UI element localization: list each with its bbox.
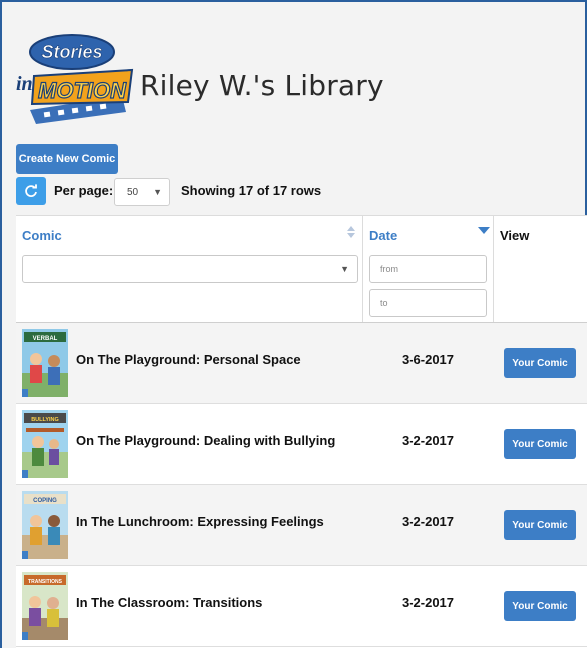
per-page-label: Per page: bbox=[54, 183, 114, 198]
comic-title: In The Classroom: Transitions bbox=[76, 595, 263, 610]
column-header-comic[interactable]: Comic bbox=[22, 228, 62, 243]
table-row: BULLYING On The Playground: Dealing with… bbox=[16, 404, 587, 485]
per-page-select[interactable]: 50 ▼ bbox=[114, 178, 170, 206]
comic-title: In The Lunchroom: Expressing Feelings bbox=[76, 514, 324, 529]
your-comic-button[interactable]: Your Comic bbox=[504, 591, 576, 621]
your-comic-button[interactable]: Your Comic bbox=[504, 348, 576, 378]
create-new-comic-button[interactable]: Create New Comic bbox=[16, 144, 118, 174]
table-row: TRANSITIONS In The Classroom: Transition… bbox=[16, 566, 587, 647]
svg-text:Stories: Stories bbox=[41, 42, 102, 62]
comic-title: On The Playground: Personal Space bbox=[76, 352, 301, 367]
svg-text:VERBAL: VERBAL bbox=[33, 336, 58, 342]
sort-icon[interactable] bbox=[346, 225, 356, 239]
comic-date: 3-6-2017 bbox=[401, 352, 455, 367]
comic-thumbnail[interactable]: BULLYING bbox=[22, 410, 68, 478]
your-comic-button[interactable]: Your Comic bbox=[504, 510, 576, 540]
comic-date: 3-2-2017 bbox=[401, 433, 455, 448]
comic-date: 3-2-2017 bbox=[401, 595, 455, 610]
column-header-date[interactable]: Date bbox=[369, 228, 397, 243]
per-page-value: 50 bbox=[127, 187, 139, 198]
refresh-icon bbox=[25, 184, 37, 197]
table-row: VERBAL On The Playground: Personal Space… bbox=[16, 323, 587, 404]
comics-table: Comic Date View ▼ VERBAL bbox=[16, 215, 587, 649]
stories-in-motion-logo: Stories in MOTION bbox=[16, 34, 134, 124]
comic-thumbnail[interactable]: VERBAL bbox=[22, 329, 68, 397]
column-header-view: View bbox=[500, 228, 530, 243]
comic-filter-select[interactable]: ▼ bbox=[22, 255, 358, 283]
chevron-down-icon: ▼ bbox=[153, 187, 162, 197]
app-frame: Stories in MOTION Riley W.'s Library Cre… bbox=[0, 0, 587, 649]
table-row: COPING In The Lunchroom: Expressing Feel… bbox=[16, 485, 587, 566]
svg-text:COPING: COPING bbox=[33, 498, 57, 504]
date-to-input[interactable] bbox=[369, 289, 487, 317]
column-divider bbox=[493, 216, 494, 323]
comic-title: On The Playground: Dealing with Bullying bbox=[76, 433, 336, 448]
your-comic-button[interactable]: Your Comic bbox=[504, 429, 576, 459]
svg-text:BULLYING: BULLYING bbox=[31, 417, 59, 423]
comic-thumbnail[interactable]: COPING bbox=[22, 491, 68, 559]
comic-date: 3-2-2017 bbox=[401, 514, 455, 529]
refresh-button[interactable] bbox=[16, 177, 46, 205]
chevron-down-icon: ▼ bbox=[340, 264, 349, 274]
date-from-input[interactable] bbox=[369, 255, 487, 283]
page-title: Riley W.'s Library bbox=[140, 68, 384, 102]
svg-text:MOTION: MOTION bbox=[38, 78, 127, 103]
column-divider bbox=[362, 216, 363, 323]
svg-text:in: in bbox=[16, 73, 33, 95]
svg-text:TRANSITIONS: TRANSITIONS bbox=[28, 579, 63, 585]
sort-desc-icon[interactable] bbox=[478, 227, 490, 235]
comic-thumbnail[interactable]: TRANSITIONS bbox=[22, 572, 68, 640]
showing-rows-text: Showing 17 of 17 rows bbox=[181, 183, 322, 198]
